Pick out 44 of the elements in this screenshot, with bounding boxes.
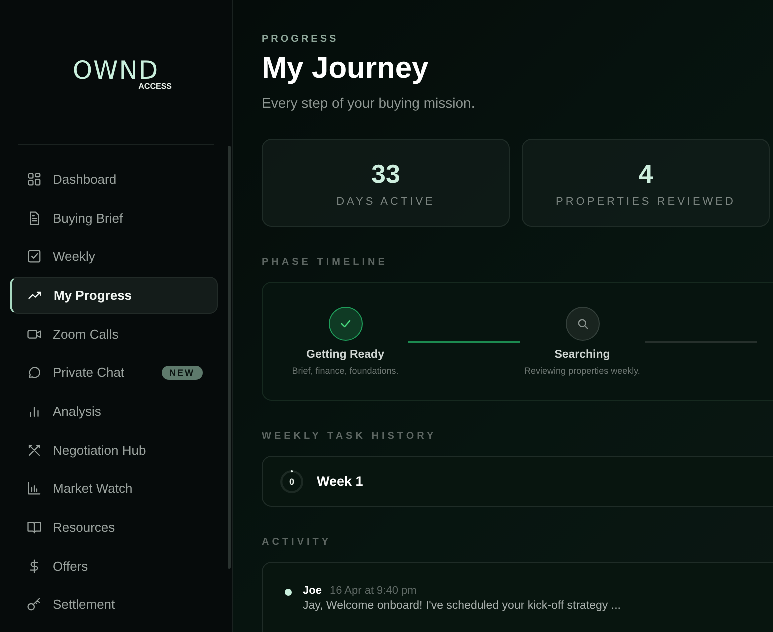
nav-icon	[27, 520, 42, 536]
brand-tagline: ACCESS	[138, 82, 172, 91]
stat-label: DAYS ACTIVE	[336, 196, 436, 208]
sidebar-item[interactable]: Analysis	[10, 393, 218, 430]
week-title: Week 1	[317, 474, 364, 489]
sidebar-item[interactable]: Weekly	[10, 238, 218, 276]
phase-title: Getting Ready	[306, 349, 384, 361]
page-subtitle: Every step of your buying mission.	[262, 95, 476, 111]
sidebar-item[interactable]: Negotiation Hub	[10, 432, 218, 468]
nav-icon	[27, 481, 42, 496]
phase-description: Reviewing properties weekly.	[524, 366, 640, 376]
sidebar-item[interactable]: Resources	[10, 509, 218, 546]
stat-value: 33	[372, 158, 400, 190]
nav-icon	[27, 172, 42, 187]
nav-icon	[27, 210, 42, 226]
activity-dot	[285, 589, 292, 596]
nav-icon	[27, 597, 42, 612]
stat-label: PROPERTIES REVIEWED	[556, 196, 736, 208]
week-card[interactable]: 0 Week 1	[262, 456, 773, 507]
sidebar-item[interactable]: Dashboard	[10, 161, 218, 198]
sidebar-item[interactable]: Zoom Calls	[10, 316, 218, 352]
activity-author: Joe	[303, 585, 322, 597]
sidebar-item[interactable]: My Progress	[10, 277, 218, 314]
section-heading: ACTIVITY	[262, 537, 333, 548]
sidebar-item[interactable]: Private Chat NEW	[10, 354, 218, 392]
page-title: My Journey	[262, 51, 430, 87]
stat-value: 4	[638, 158, 654, 190]
brand-logo: OWND	[72, 58, 160, 84]
page-eyebrow: PROGRESS	[262, 34, 340, 45]
nav-icon	[27, 365, 42, 380]
sidebar-item[interactable]: Settlement	[10, 586, 218, 624]
nav-icon	[27, 442, 42, 458]
activity-message: Jay, Welcome onboard! I've scheduled your kick-off strategy ...	[303, 600, 621, 612]
section-heading: PHASE TIMELINE	[262, 257, 389, 268]
sidebar-item[interactable]: Buying Brief	[10, 200, 218, 236]
section-heading: WEEKLY TASK HISTORY	[262, 431, 438, 442]
activity-time: 16 Apr at 9:40 pm	[330, 585, 417, 597]
sidebar-item[interactable]: Offers	[10, 548, 218, 585]
new-badge: NEW	[162, 366, 203, 380]
nav-icon	[27, 249, 42, 264]
phase-description: Brief, finance, foundations.	[292, 366, 399, 376]
sidebar-item[interactable]: Market Watch	[10, 470, 218, 508]
phase-title: Searching	[554, 349, 610, 361]
task-count: 0	[288, 476, 296, 488]
